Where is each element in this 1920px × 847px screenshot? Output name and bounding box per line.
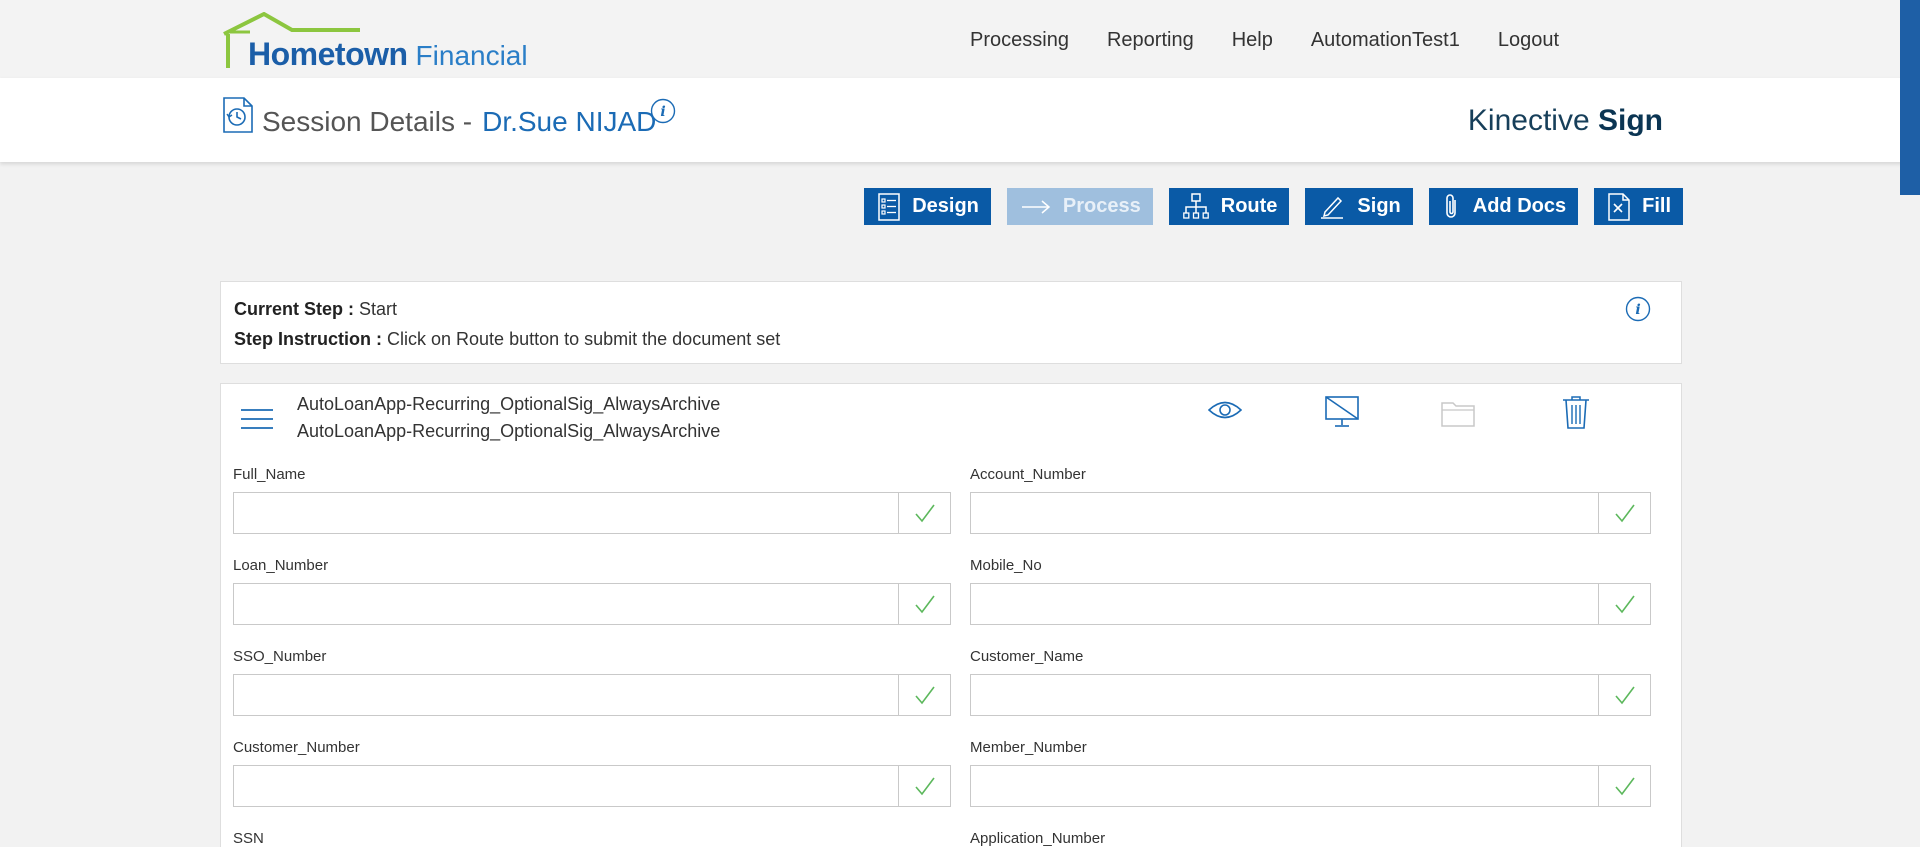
action-toolbar: Design Process Route Sign Add Docs Fill <box>848 188 1683 225</box>
pen-icon <box>1321 196 1344 219</box>
process-button-label: Process <box>1062 195 1141 217</box>
menu-icon[interactable] <box>241 408 273 430</box>
check-icon[interactable] <box>898 584 950 624</box>
check-icon[interactable] <box>898 766 950 806</box>
product-name-bold: Sign <box>1598 104 1663 137</box>
add-docs-button-label: Add Docs <box>1472 195 1567 217</box>
process-button[interactable]: Process <box>1006 188 1153 225</box>
document-name-secondary: AutoLoanApp-Recurring_OptionalSig_Always… <box>297 421 721 441</box>
fill-button[interactable]: Fill <box>1594 188 1683 225</box>
scrollbar-thumb[interactable] <box>1900 0 1920 195</box>
step-instruction: Step Instruction : Click on Route button… <box>234 329 780 350</box>
paperclip-icon <box>1445 193 1456 218</box>
full-name-label: Full_Name <box>233 466 306 483</box>
ssn-label: SSN <box>233 830 264 847</box>
full-name-field <box>233 492 951 534</box>
nav-help[interactable]: Help <box>1232 29 1273 52</box>
check-icon[interactable] <box>1598 766 1650 806</box>
application-number-label: Application_Number <box>970 830 1106 847</box>
loan-number-label: Loan_Number <box>233 557 329 574</box>
current-step-value: Start <box>359 299 398 319</box>
logo-suffix: Financial <box>415 40 528 71</box>
nav-reporting[interactable]: Reporting <box>1107 29 1194 52</box>
company-logo[interactable]: Hometown Financial <box>220 12 560 72</box>
nav-logout[interactable]: Logout <box>1498 29 1559 52</box>
current-step-label: Current Step : <box>234 299 355 319</box>
monitor-off-icon[interactable] <box>1325 396 1359 428</box>
list-icon <box>878 192 900 221</box>
mobile-no-input[interactable] <box>971 584 1599 624</box>
trash-icon[interactable] <box>1562 395 1590 429</box>
account-number-field <box>970 492 1651 534</box>
check-icon[interactable] <box>898 493 950 533</box>
full-name-input[interactable] <box>234 493 899 533</box>
current-step: Current Step : Start <box>234 299 397 320</box>
info-icon[interactable]: i <box>1625 296 1651 322</box>
member-number-label: Member_Number <box>970 739 1087 756</box>
session-header: Session Details - Dr.Sue NIJAD i Kinectiv… <box>0 78 1920 162</box>
logo-brand: Hometown <box>248 36 408 72</box>
fill-button-label: Fill <box>1642 195 1671 217</box>
svg-text:i: i <box>660 104 665 120</box>
sso-number-input[interactable] <box>234 675 899 715</box>
design-button-label: Design <box>912 195 979 217</box>
product-brand: Kinective Sign <box>1468 104 1663 138</box>
network-icon <box>1182 192 1209 219</box>
add-docs-button[interactable]: Add Docs <box>1428 188 1579 225</box>
check-icon[interactable] <box>1598 493 1650 533</box>
sso-number-field <box>233 674 951 716</box>
nav-user[interactable]: AutomationTest1 <box>1311 29 1460 52</box>
account-number-input[interactable] <box>971 493 1599 533</box>
customer-number-input[interactable] <box>234 766 899 806</box>
mobile-no-label: Mobile_No <box>970 557 1042 574</box>
step-panel: Current Step : Start Step Instruction : … <box>220 281 1682 364</box>
info-icon[interactable]: i <box>650 98 676 124</box>
file-x-icon <box>1608 192 1630 221</box>
document-panel: AutoLoanApp-Recurring_OptionalSig_Always… <box>220 383 1682 847</box>
nav-processing[interactable]: Processing <box>970 29 1069 52</box>
sign-button-label: Sign <box>1357 195 1401 217</box>
main-nav: Processing Reporting Help AutomationTest… <box>932 29 1559 52</box>
mobile-no-field <box>970 583 1651 625</box>
customer-name-label: Customer_Name <box>970 648 1084 665</box>
document-name: AutoLoanApp-Recurring_OptionalSig_Always… <box>297 394 721 414</box>
svg-text:i: i <box>1635 302 1640 318</box>
check-icon[interactable] <box>1598 584 1650 624</box>
design-button[interactable]: Design <box>864 188 991 225</box>
check-icon[interactable] <box>1598 675 1650 715</box>
customer-number-label: Customer_Number <box>233 739 360 756</box>
session-customer-name: Dr.Sue NIJAD <box>482 106 657 137</box>
route-button-label: Route <box>1220 195 1278 217</box>
check-icon[interactable] <box>898 675 950 715</box>
customer-name-field <box>970 674 1651 716</box>
arrow-right-icon <box>1021 199 1051 214</box>
folder-icon[interactable] <box>1441 399 1475 427</box>
page-title: Session Details - Dr.Sue NIJAD <box>262 106 656 138</box>
eye-icon[interactable] <box>1208 399 1242 421</box>
member-number-field <box>970 765 1651 807</box>
route-button[interactable]: Route <box>1168 188 1290 225</box>
top-header: Hometown Financial Processing Reporting H… <box>0 0 1920 78</box>
account-number-label: Account_Number <box>970 466 1086 483</box>
loan-number-input[interactable] <box>234 584 899 624</box>
customer-name-input[interactable] <box>971 675 1599 715</box>
session-history-icon <box>223 97 253 133</box>
sign-button[interactable]: Sign <box>1305 188 1413 225</box>
product-name-light: Kinective <box>1467 104 1590 137</box>
sso-number-label: SSO_Number <box>233 648 327 665</box>
step-instruction-value: Click on Route button to submit the docu… <box>387 329 781 349</box>
customer-number-field <box>233 765 951 807</box>
member-number-input[interactable] <box>971 766 1599 806</box>
session-title-label: Session Details - <box>262 106 473 137</box>
step-instruction-label: Step Instruction : <box>234 329 382 349</box>
loan-number-field <box>233 583 951 625</box>
